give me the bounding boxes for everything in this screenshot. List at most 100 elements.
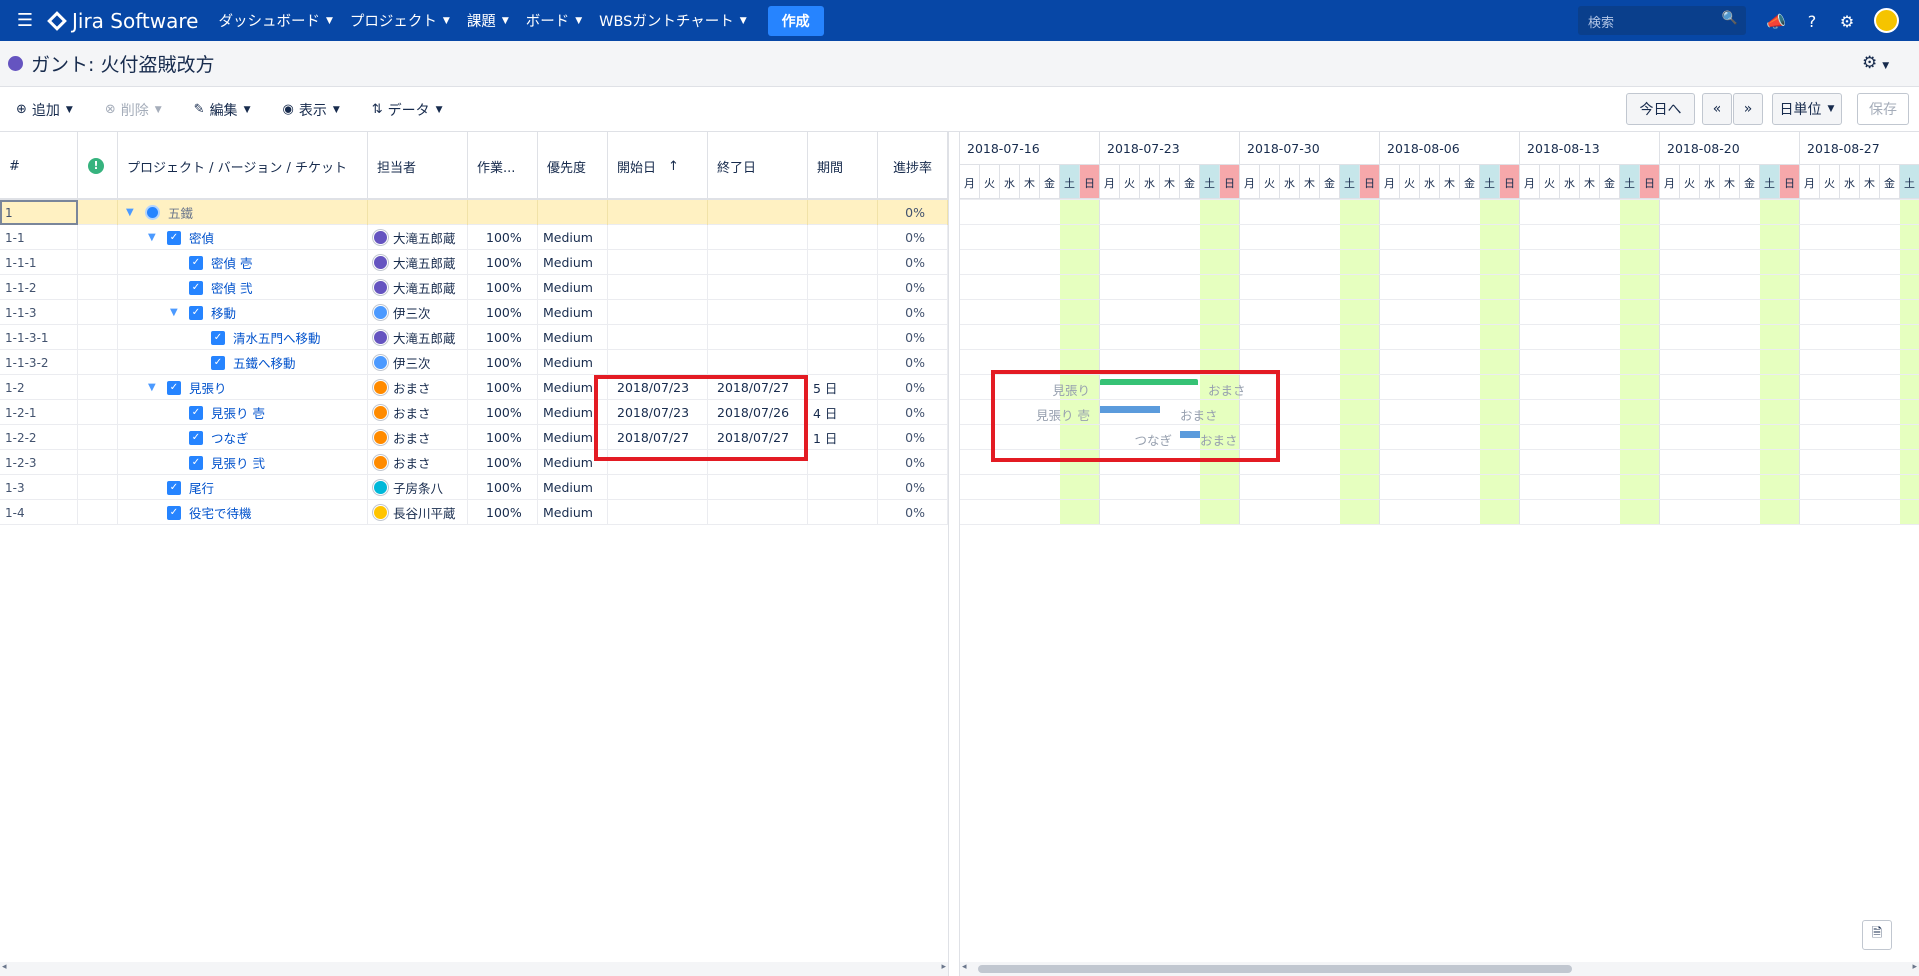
gantt-horizontal-scrollbar[interactable]: ◂ ▸ <box>960 962 1919 976</box>
scroll-prev-button[interactable]: « <box>1702 93 1732 125</box>
cell-start[interactable] <box>608 300 708 325</box>
issue-link[interactable]: 移動 <box>211 303 236 322</box>
cell-work[interactable]: 100% <box>468 475 538 500</box>
search-input[interactable]: 検索 🔍 <box>1578 6 1746 35</box>
cell-duration[interactable] <box>808 450 878 475</box>
cell-assignee[interactable] <box>368 200 468 225</box>
col-header-num[interactable]: # <box>0 132 78 200</box>
cell-start[interactable] <box>608 500 708 525</box>
cell-name[interactable]: ✓ 見張り 壱 <box>118 400 368 425</box>
cell-name[interactable]: ▼ 五鐵 <box>118 200 368 225</box>
table-row[interactable]: 1-1 ▼ ✓ 密偵 大滝五郎蔵 100% Medium 0% <box>0 225 948 250</box>
col-header-priority[interactable]: 優先度 <box>538 132 608 200</box>
collapse-toggle-icon[interactable]: ▼ <box>148 382 159 393</box>
cell-duration[interactable] <box>808 225 878 250</box>
cell-work[interactable]: 100% <box>468 450 538 475</box>
issue-link[interactable]: 見張り 壱 <box>211 403 265 422</box>
cell-assignee[interactable]: おまさ <box>368 425 468 450</box>
col-header-name[interactable]: プロジェクト / バージョン / チケット <box>118 132 368 200</box>
cell-end[interactable] <box>708 225 808 250</box>
nav-boards[interactable]: ボード ▼ <box>526 10 582 31</box>
col-header-end[interactable]: 終了日 <box>708 132 808 200</box>
cell-end[interactable] <box>708 350 808 375</box>
scroll-right-icon[interactable]: ▸ <box>941 962 946 972</box>
create-button[interactable]: 作成 <box>767 5 824 36</box>
megaphone-icon[interactable]: 📣 <box>1765 10 1787 32</box>
cell-name[interactable]: ✓ 密偵 壱 <box>118 250 368 275</box>
cell-end[interactable] <box>708 275 808 300</box>
table-row[interactable]: 1-1-3-1 ✓ 清水五門へ移動 大滝五郎蔵 100% Medium 0% <box>0 325 948 350</box>
help-icon[interactable]: ? <box>1801 10 1823 32</box>
collapse-toggle-icon[interactable]: ▼ <box>126 207 137 218</box>
col-header-start[interactable]: 開始日 ↑ <box>608 132 708 200</box>
cell-work[interactable]: 100% <box>468 225 538 250</box>
cell-work[interactable]: 100% <box>468 425 538 450</box>
cell-id[interactable]: 1-2-1 <box>0 400 78 425</box>
nav-projects[interactable]: プロジェクト ▼ <box>350 10 450 31</box>
jira-logo[interactable]: Jira Software <box>47 9 198 33</box>
cell-start[interactable] <box>608 325 708 350</box>
cell-id[interactable]: 1-1 <box>0 225 78 250</box>
cell-work[interactable]: 100% <box>468 275 538 300</box>
cell-priority[interactable]: Medium <box>538 350 608 375</box>
scrollbar-thumb[interactable] <box>978 965 1572 973</box>
settings-menu[interactable]: ⚙ ▼ <box>1862 53 1889 73</box>
cell-assignee[interactable]: おまさ <box>368 375 468 400</box>
cell-progress[interactable]: 0% <box>878 250 948 275</box>
cell-progress[interactable]: 0% <box>878 350 948 375</box>
user-avatar[interactable] <box>1874 8 1899 33</box>
scroll-next-button[interactable]: » <box>1733 93 1763 125</box>
cell-id[interactable]: 1 <box>0 200 78 225</box>
cell-work[interactable]: 100% <box>468 350 538 375</box>
table-row[interactable]: 1-1-2 ✓ 密偵 弐 大滝五郎蔵 100% Medium 0% <box>0 275 948 300</box>
cell-start[interactable] <box>608 475 708 500</box>
cell-work[interactable]: 100% <box>468 250 538 275</box>
cell-name[interactable]: ✓ 五鐵へ移動 <box>118 350 368 375</box>
cell-start[interactable] <box>608 275 708 300</box>
cell-duration[interactable] <box>808 350 878 375</box>
cell-assignee[interactable]: 大滝五郎蔵 <box>368 225 468 250</box>
cell-work[interactable] <box>468 200 538 225</box>
cell-end[interactable] <box>708 200 808 225</box>
cell-work[interactable]: 100% <box>468 375 538 400</box>
col-header-progress[interactable]: 進捗率 <box>878 132 948 200</box>
table-row[interactable]: 1-1-3 ▼ ✓ 移動 伊三次 100% Medium 0% <box>0 300 948 325</box>
cell-id[interactable]: 1-1-2 <box>0 275 78 300</box>
cell-progress[interactable]: 0% <box>878 400 948 425</box>
cell-assignee[interactable]: 伊三次 <box>368 350 468 375</box>
issue-link[interactable]: 見張り <box>189 378 227 397</box>
table-row[interactable]: 1-1-3-2 ✓ 五鐵へ移動 伊三次 100% Medium 0% <box>0 350 948 375</box>
cell-id[interactable]: 1-1-3 <box>0 300 78 325</box>
cell-start[interactable] <box>608 250 708 275</box>
save-button[interactable]: 保存 <box>1857 93 1909 125</box>
issue-link[interactable]: 密偵 弐 <box>211 278 252 297</box>
gear-icon[interactable]: ⚙ <box>1836 10 1858 32</box>
cell-progress[interactable]: 0% <box>878 200 948 225</box>
time-unit-select[interactable]: 日単位 ▼ <box>1772 93 1842 125</box>
cell-assignee[interactable]: 伊三次 <box>368 300 468 325</box>
issue-link[interactable]: 清水五門へ移動 <box>233 328 321 347</box>
cell-duration[interactable] <box>808 325 878 350</box>
cell-duration[interactable] <box>808 200 878 225</box>
cell-progress[interactable]: 0% <box>878 225 948 250</box>
cell-id[interactable]: 1-2-2 <box>0 425 78 450</box>
cell-duration[interactable]: 5 日 <box>808 375 878 400</box>
cell-assignee[interactable]: おまさ <box>368 400 468 425</box>
issue-link[interactable]: 五鐵へ移動 <box>233 353 296 372</box>
cell-progress[interactable]: 0% <box>878 500 948 525</box>
issue-link[interactable]: 役宅で待機 <box>189 503 252 522</box>
cell-assignee[interactable]: 大滝五郎蔵 <box>368 275 468 300</box>
edit-button[interactable]: ✎ 編集 ▼ <box>194 100 251 120</box>
cell-priority[interactable]: Medium <box>538 300 608 325</box>
cell-priority[interactable]: Medium <box>538 475 608 500</box>
cell-duration[interactable] <box>808 475 878 500</box>
cell-duration[interactable] <box>808 500 878 525</box>
cell-work[interactable]: 100% <box>468 300 538 325</box>
cell-progress[interactable]: 0% <box>878 275 948 300</box>
cell-progress[interactable]: 0% <box>878 425 948 450</box>
today-button[interactable]: 今日へ <box>1626 93 1695 125</box>
cell-priority[interactable]: Medium <box>538 250 608 275</box>
cell-name[interactable]: ✓ 清水五門へ移動 <box>118 325 368 350</box>
cell-start[interactable] <box>608 200 708 225</box>
issue-link[interactable]: つなぎ <box>211 428 249 447</box>
